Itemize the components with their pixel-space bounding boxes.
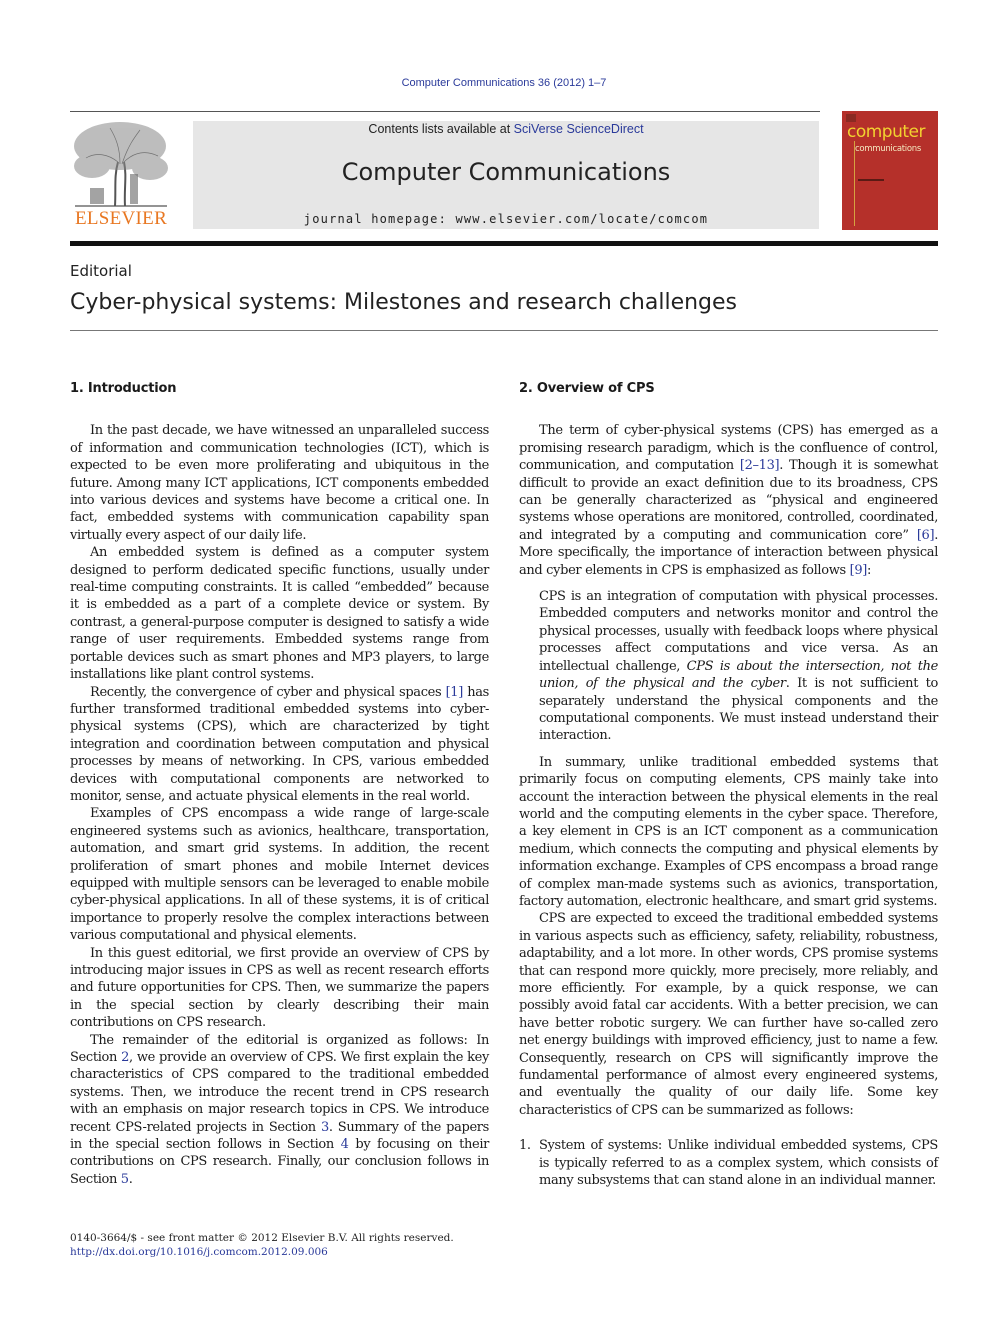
contents-prefix: Contents lists available at <box>368 122 514 136</box>
citation-link[interactable]: [6] <box>917 528 935 543</box>
characteristics-list: 1. System of systems: Unlike individual … <box>519 1137 938 1189</box>
citation-link[interactable]: [1] <box>446 685 464 700</box>
journal-masthead: Contents lists available at SciVerse Sci… <box>193 121 819 229</box>
elsevier-tree-logo[interactable]: ELSEVIER <box>70 118 172 232</box>
paragraph-text: An embedded system is defined as a compu… <box>70 545 489 683</box>
article-type: Editorial <box>70 262 132 280</box>
section-link[interactable]: 5 <box>121 1172 129 1187</box>
paragraph: An embedded system is defined as a compu… <box>70 544 489 683</box>
cover-subtitle: communications <box>855 144 921 154</box>
paragraph: CPS are expected to exceed the tradition… <box>519 911 938 1118</box>
masthead-rule <box>70 241 938 246</box>
right-column: 2. Overview of CPS The term of cyber-phy… <box>519 380 938 1189</box>
sciencedirect-link[interactable]: SciVerse ScienceDirect <box>514 122 644 136</box>
contents-availability: Contents lists available at SciVerse Sci… <box>193 121 819 137</box>
paragraph: In the past decade, we have witnessed an… <box>70 423 489 543</box>
homepage-link[interactable]: www.elsevier.com/locate/comcom <box>455 212 708 226</box>
paragraph-text: has further transformed traditional embe… <box>70 684 489 804</box>
citation-link[interactable]: [9] <box>850 563 868 578</box>
journal-title: Computer Communications <box>341 158 671 186</box>
journal-homepage: journal homepage: www.elsevier.com/locat… <box>193 212 819 226</box>
section-heading-introduction: 1. Introduction <box>70 381 177 396</box>
paragraph: In summary, unlike traditional embedded … <box>519 754 938 909</box>
homepage-prefix: journal homepage: <box>303 212 456 226</box>
paragraph: The remainder of the editorial is organi… <box>70 1032 489 1189</box>
title-rule <box>70 330 938 331</box>
paragraph: In this guest editorial, we first provid… <box>70 945 489 1031</box>
section-heading-overview: 2. Overview of CPS <box>519 381 655 396</box>
section-link[interactable]: 3 <box>321 1120 329 1135</box>
running-head[interactable]: Computer Communications 36 (2012) 1–7 <box>0 77 992 89</box>
article-title: Cyber-physical systems: Milestones and r… <box>70 290 738 315</box>
citation-link[interactable]: [2–13] <box>740 458 780 473</box>
tree-icon <box>74 122 168 207</box>
paragraph: Examples of CPS encompass a wide range o… <box>70 806 489 944</box>
copyright-notice: 0140-3664/$ - see front matter © 2012 El… <box>70 1232 454 1244</box>
section-link[interactable]: 4 <box>341 1137 349 1152</box>
footer: 0140-3664/$ - see front matter © 2012 El… <box>70 1231 454 1259</box>
block-quote: CPS is an integration of computation wit… <box>539 588 938 745</box>
list-number: 1. <box>519 1138 531 1154</box>
cover-bar <box>858 179 884 181</box>
paragraph-text: . <box>128 1171 133 1187</box>
paragraph: The term of cyber-physical systems (CPS)… <box>519 422 938 579</box>
list-text: System of systems: Unlike individual emb… <box>539 1138 938 1189</box>
cover-publisher-icon <box>846 114 856 122</box>
list-item: 1. System of systems: Unlike individual … <box>519 1137 938 1189</box>
paragraph-text: Recently, the convergence of cyber and p… <box>90 684 446 700</box>
elsevier-wordmark: ELSEVIER <box>74 208 168 229</box>
journal-citation-link[interactable]: Computer Communications 36 (2012) 1–7 <box>402 77 607 89</box>
journal-cover-thumbnail[interactable]: computer communications <box>842 111 938 230</box>
section-link[interactable]: 2 <box>121 1050 129 1065</box>
header-rule <box>70 111 820 112</box>
left-column: 1. Introduction In the past decade, we h… <box>70 380 489 1188</box>
cover-title: computer <box>847 122 926 142</box>
paragraph: Recently, the convergence of cyber and p… <box>70 684 489 806</box>
doi-link[interactable]: http://dx.doi.org/10.1016/j.comcom.2012.… <box>70 1246 328 1258</box>
paragraph-text: : <box>866 562 871 578</box>
